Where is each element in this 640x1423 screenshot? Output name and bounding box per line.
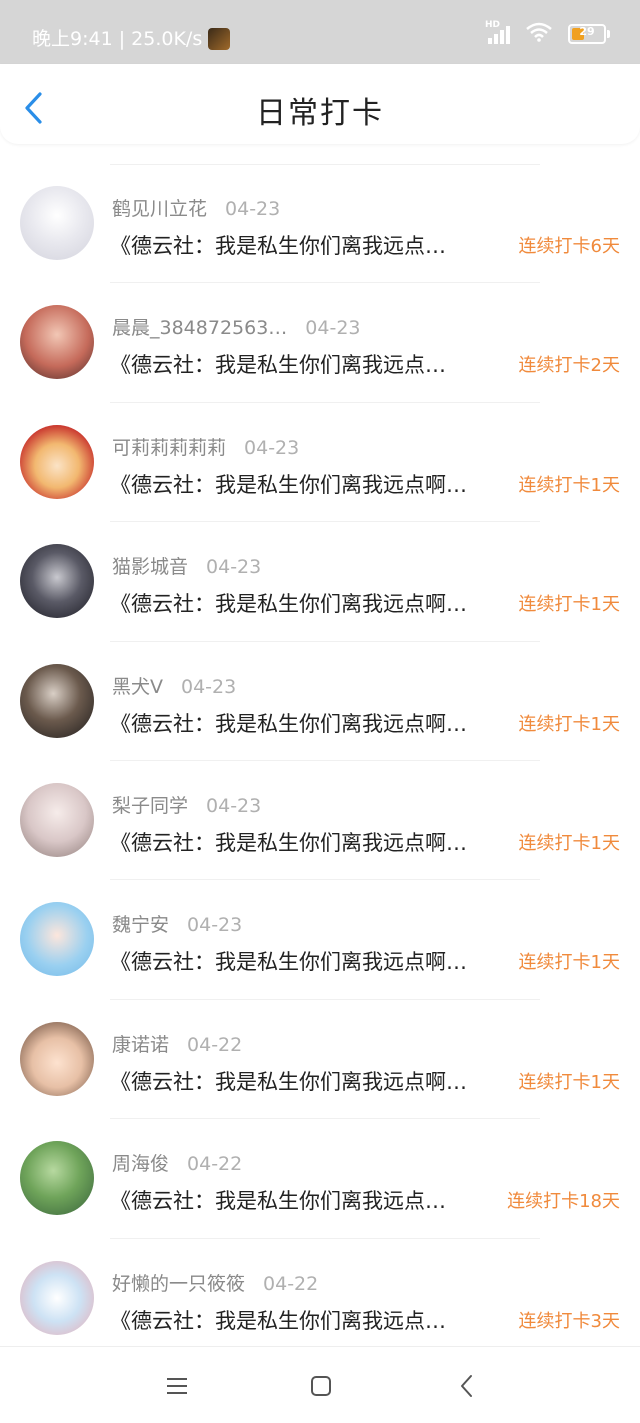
- avatar[interactable]: [20, 782, 94, 857]
- checkin-content: 《德云社：我是私生你们离我远点啊…: [110, 950, 467, 975]
- checkin-date: 04-22: [187, 1153, 243, 1176]
- avatar[interactable]: [20, 424, 94, 499]
- signal-icon: HD: [485, 20, 510, 44]
- app-header: 日常打卡: [0, 64, 640, 144]
- system-nav-bar: [0, 1346, 640, 1423]
- user-name: 黑犬V 04-23: [112, 672, 236, 699]
- checkin-date: 04-23: [244, 436, 300, 459]
- checkin-list: 鹤见川立花 04-23 《德云社：我是私生你们离我远点… 连续打卡6天晨晨_38487…: [0, 164, 640, 1358]
- network-tag: HD: [485, 20, 501, 30]
- streak-label: 连续打卡1天: [518, 952, 620, 974]
- avatar[interactable]: [20, 544, 94, 619]
- home-button[interactable]: [306, 1371, 336, 1401]
- home-icon: [311, 1376, 331, 1396]
- user-name: 康诺诺 04-22: [112, 1030, 242, 1057]
- back-icon: [461, 1375, 472, 1397]
- streak-label: 连续打卡1天: [518, 1071, 620, 1093]
- checkin-date: 04-23: [187, 914, 243, 937]
- checkin-item[interactable]: 可莉莉莉莉莉 04-23 《德云社：我是私生你们离我远点啊… 连续打卡1天: [0, 403, 640, 523]
- avatar[interactable]: [20, 902, 94, 977]
- user-name-text: 猫影城音: [112, 556, 189, 579]
- user-name: 晨晨_384872563… 04-23: [112, 313, 361, 340]
- checkin-item[interactable]: 好懒的一只筱筱 04-22 《德云社：我是私生你们离我远点… 连续打卡3天: [0, 1239, 640, 1358]
- checkin-content: 《德云社：我是私生你们离我远点啊…: [110, 711, 467, 736]
- status-time-speed: 晚上9:41 | 25.0K/s: [32, 28, 203, 50]
- checkin-item[interactable]: 康诺诺 04-22 《德云社：我是私生你们离我远点啊… 连续打卡1天: [0, 1000, 640, 1120]
- streak-label: 连续打卡6天: [518, 236, 620, 257]
- user-name: 周海俊 04-22: [112, 1149, 242, 1176]
- streak-label: 连续打卡2天: [518, 355, 620, 377]
- avatar[interactable]: [20, 186, 94, 260]
- checkin-content: 《德云社：我是私生你们离我远点啊…: [110, 830, 467, 855]
- checkin-date: 04-23: [206, 556, 262, 579]
- user-name: 猫影城音 04-23: [112, 552, 261, 579]
- checkin-item[interactable]: 魏宁安 04-23 《德云社：我是私生你们离我远点啊… 连续打卡1天: [0, 880, 640, 1000]
- streak-label: 连续打卡3天: [518, 1310, 620, 1332]
- checkin-content: 《德云社：我是私生你们离我远点…: [110, 1189, 446, 1214]
- user-name: 魏宁安 04-23: [112, 910, 242, 937]
- user-name-text: 周海俊: [112, 1153, 170, 1176]
- streak-label: 连续打卡18天: [507, 1191, 620, 1213]
- status-bar: 晚上9:41 | 25.0K/s HD 29: [0, 0, 640, 64]
- checkin-content: 《德云社：我是私生你们离我远点…: [110, 234, 446, 258]
- avatar[interactable]: [20, 1141, 94, 1216]
- battery-level: 29: [579, 25, 595, 38]
- menu-icon: [167, 1378, 187, 1394]
- checkin-content: 《德云社：我是私生你们离我远点…: [110, 353, 446, 378]
- app-notification-icon: [208, 28, 231, 50]
- avatar[interactable]: [20, 663, 94, 738]
- checkin-date: 04-23: [206, 794, 262, 817]
- streak-label: 连续打卡1天: [518, 594, 620, 616]
- checkin-date: 04-23: [225, 198, 281, 220]
- avatar[interactable]: [20, 1260, 94, 1335]
- nav-back-button[interactable]: [452, 1371, 482, 1401]
- user-name: 鹤见川立花 04-23: [112, 194, 280, 221]
- checkin-content: 《德云社：我是私生你们离我远点啊…: [110, 472, 467, 497]
- user-name-text: 晨晨_384872563…: [112, 317, 288, 340]
- user-name: 可莉莉莉莉莉 04-23: [112, 433, 299, 460]
- wifi-icon: [526, 22, 552, 46]
- user-name-text: 好懒的一只筱筱: [112, 1272, 246, 1295]
- checkin-item[interactable]: 鹤见川立花 04-23 《德云社：我是私生你们离我远点… 连续打卡6天: [0, 164, 640, 284]
- user-name-text: 梨子同学: [112, 794, 189, 817]
- checkin-item[interactable]: 晨晨_384872563… 04-23 《德云社：我是私生你们离我远点… 连续打卡2天: [0, 283, 640, 403]
- battery-icon: 29: [568, 24, 610, 44]
- checkin-item[interactable]: 周海俊 04-22 《德云社：我是私生你们离我远点… 连续打卡18天: [0, 1119, 640, 1239]
- checkin-date: 04-22: [263, 1272, 319, 1295]
- checkin-date: 04-23: [305, 317, 361, 340]
- avatar[interactable]: [20, 305, 94, 380]
- user-name-text: 鹤见川立花: [112, 198, 208, 220]
- checkin-item[interactable]: 梨子同学 04-23 《德云社：我是私生你们离我远点啊… 连续打卡1天: [0, 761, 640, 881]
- checkin-content: 《德云社：我是私生你们离我远点…: [110, 1308, 446, 1333]
- page-title: 日常打卡: [256, 96, 384, 131]
- streak-label: 连续打卡1天: [518, 832, 620, 854]
- checkin-date: 04-23: [181, 675, 237, 698]
- streak-label: 连续打卡1天: [518, 474, 620, 496]
- streak-label: 连续打卡1天: [518, 713, 620, 735]
- user-name: 梨子同学 04-23: [112, 791, 261, 818]
- user-name-text: 魏宁安: [112, 914, 170, 937]
- user-name: 好懒的一只筱筱 04-22: [112, 1269, 318, 1296]
- checkin-date: 04-22: [187, 1033, 243, 1056]
- checkin-content: 《德云社：我是私生你们离我远点啊…: [110, 1069, 467, 1094]
- checkin-item[interactable]: 猫影城音 04-23 《德云社：我是私生你们离我远点啊… 连续打卡1天: [0, 522, 640, 642]
- checkin-item[interactable]: 黑犬V 04-23 《德云社：我是私生你们离我远点啊… 连续打卡1天: [0, 642, 640, 761]
- avatar[interactable]: [20, 1021, 94, 1096]
- user-name-text: 康诺诺: [112, 1033, 170, 1056]
- user-name-text: 可莉莉莉莉莉: [112, 436, 227, 459]
- user-name-text: 黑犬V: [112, 675, 163, 698]
- checkin-content: 《德云社：我是私生你们离我远点啊…: [110, 592, 467, 617]
- menu-button[interactable]: [162, 1371, 192, 1401]
